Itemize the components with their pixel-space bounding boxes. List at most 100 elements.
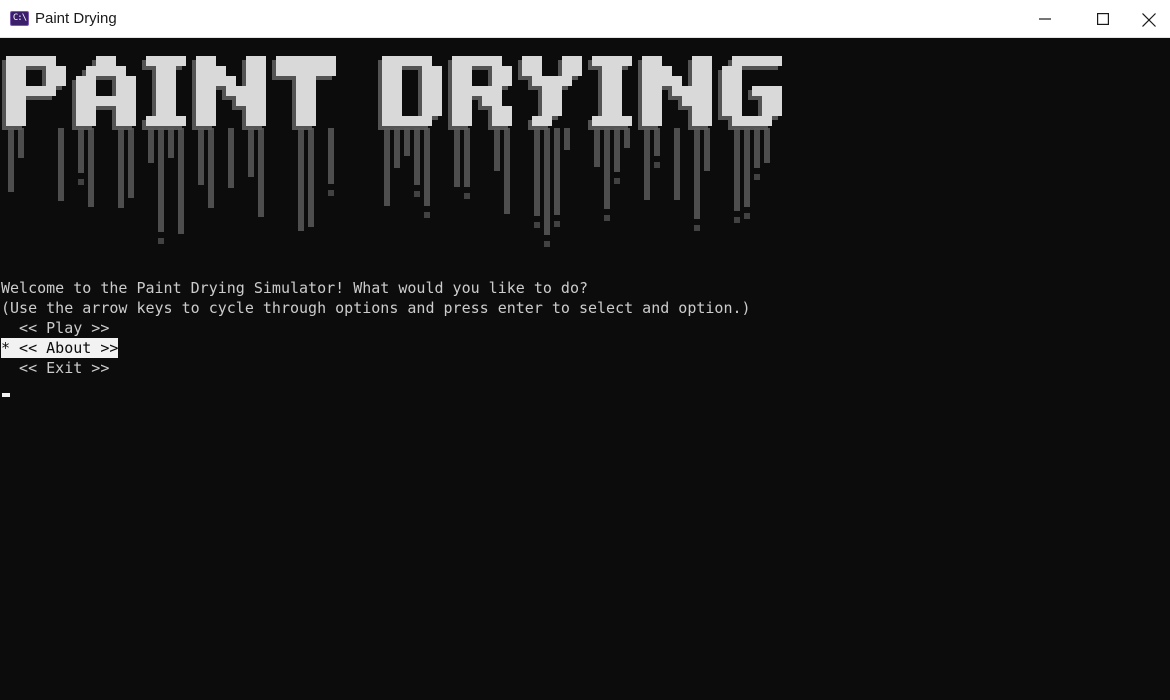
- minimize-icon: [1039, 18, 1051, 20]
- banner-letter-block: [452, 116, 462, 126]
- console-area[interactable]: Welcome to the Paint Drying Simulator! W…: [0, 38, 1170, 700]
- banner-letter-block: [762, 106, 772, 116]
- banner-letter-block: [722, 106, 732, 116]
- banner-letter-block: [46, 76, 56, 86]
- banner-letter-block: [612, 56, 622, 66]
- banner-letter-block: [176, 116, 186, 126]
- banner-letter-block: [602, 96, 612, 106]
- banner-letter-block: [602, 56, 612, 66]
- banner-letter-block: [642, 96, 652, 106]
- banner-letter-block: [642, 106, 652, 116]
- banner-letter-block: [482, 56, 492, 66]
- banner-letter-block: [562, 66, 572, 76]
- banner-letter-block: [306, 106, 316, 116]
- banner-letter-block: [692, 76, 702, 86]
- banner-letter-block: [286, 66, 296, 76]
- banner-letter-block: [296, 96, 306, 106]
- banner-letter-block: [46, 86, 56, 96]
- banner-letter-block: [56, 76, 66, 86]
- menu-option-exit[interactable]: << Exit >>: [1, 358, 109, 378]
- banner-letter-block: [166, 56, 176, 66]
- banner-drip: [494, 128, 500, 171]
- banner-letter-block: [256, 116, 266, 126]
- banner-drip: [604, 128, 610, 209]
- banner-letter-block: [246, 86, 256, 96]
- banner-letter-block: [502, 66, 512, 76]
- banner-letter-block: [422, 76, 432, 86]
- banner-drip: [564, 128, 570, 150]
- menu-option-about[interactable]: * << About >>: [1, 338, 119, 358]
- banner-drip-dot: [734, 217, 740, 223]
- banner-letter-block: [602, 106, 612, 116]
- banner-letter-block: [592, 116, 602, 126]
- banner-letter-block: [572, 56, 582, 66]
- banner-letter-block: [612, 66, 622, 76]
- banner-letter-block: [492, 86, 502, 96]
- banner-letter-block: [772, 106, 782, 116]
- banner-drip-dot: [414, 191, 420, 197]
- banner-letter-block: [702, 56, 712, 66]
- banner-letter-block: [552, 76, 562, 86]
- banner-letter-block: [246, 116, 256, 126]
- banner-drip: [414, 128, 420, 185]
- banner-letter-block: [16, 96, 26, 106]
- banner-drip: [18, 128, 24, 158]
- banner-letter-block: [126, 76, 136, 86]
- banner-letter-block: [206, 106, 216, 116]
- banner-drip-dot: [654, 162, 660, 168]
- banner-letter-block: [462, 116, 472, 126]
- window-title: Paint Drying: [35, 10, 117, 27]
- banner-letter-block: [196, 96, 206, 106]
- banner-letter-block: [692, 56, 702, 66]
- menu-option-play[interactable]: << Play >>: [1, 318, 109, 338]
- banner-letter-block: [412, 116, 422, 126]
- banner-letter-block: [432, 106, 442, 116]
- banner-letter-block: [432, 66, 442, 76]
- banner-drip: [208, 128, 214, 208]
- banner-letter-block: [256, 96, 266, 106]
- banner-letter-block: [422, 86, 432, 96]
- instructions-text: (Use the arrow keys to cycle through opt…: [1, 299, 751, 317]
- banner-letter-block: [452, 86, 462, 96]
- banner-letter-block: [6, 76, 16, 86]
- banner-letter-block: [156, 106, 166, 116]
- maximize-button[interactable]: [1074, 0, 1132, 38]
- banner-letter-block: [572, 66, 582, 76]
- banner-drip: [764, 128, 770, 163]
- banner-letter-block: [86, 86, 96, 96]
- banner-drip-dot: [464, 193, 470, 199]
- banner-letter-block: [26, 86, 36, 96]
- banner-letter-block: [6, 106, 16, 116]
- banner-letter-block: [652, 116, 662, 126]
- banner-letter-block: [722, 86, 732, 96]
- banner-drip: [624, 128, 630, 148]
- close-button[interactable]: [1132, 0, 1170, 38]
- banner-drip-dot: [694, 225, 700, 231]
- banner-drip: [454, 128, 460, 187]
- banner-letter-block: [96, 66, 106, 76]
- banner-drip-dot: [614, 178, 620, 184]
- banner-letter-block: [502, 76, 512, 86]
- banner-letter-block: [206, 66, 216, 76]
- banner-letter-block: [196, 56, 206, 66]
- banner-letter-block: [452, 106, 462, 116]
- banner-letter-block: [306, 96, 316, 106]
- banner-letter-block: [742, 116, 752, 126]
- banner-letter-block: [146, 56, 156, 66]
- minimize-button[interactable]: [1016, 0, 1074, 38]
- banner-letter-block: [236, 86, 246, 96]
- banner-letter-block: [642, 76, 652, 86]
- banner-letter-block: [702, 76, 712, 86]
- banner-letter-block: [702, 106, 712, 116]
- banner-drip: [734, 128, 740, 211]
- banner-letter-block: [612, 76, 622, 86]
- title-bar[interactable]: C:\ Paint Drying: [0, 0, 1170, 38]
- banner-letter-block: [382, 106, 392, 116]
- banner-letter-block: [296, 66, 306, 76]
- banner-letter-block: [206, 96, 216, 106]
- banner-letter-block: [296, 56, 306, 66]
- banner-letter-block: [492, 76, 502, 86]
- banner-letter-block: [602, 66, 612, 76]
- banner-letter-block: [532, 56, 542, 66]
- banner-letter-block: [752, 86, 762, 96]
